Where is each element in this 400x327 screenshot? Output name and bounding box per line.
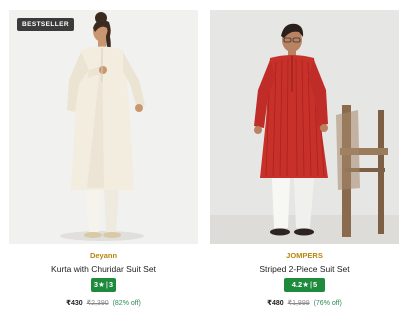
rating-separator: |	[309, 280, 313, 289]
product-grid: BESTSELLER Deyann Kurta with Churidar Su…	[0, 0, 400, 327]
rating-count: 5	[313, 280, 318, 289]
product-title[interactable]: Kurta with Churidar Suit Set	[9, 264, 198, 274]
star-icon: ★	[98, 280, 105, 289]
product-title[interactable]: Striped 2-Piece Suit Set	[210, 264, 399, 274]
product-card[interactable]: JOMPERS Striped 2-Piece Suit Set 4.2★|5 …	[210, 0, 399, 327]
bestseller-badge: BESTSELLER	[17, 18, 74, 31]
original-price: ₹1,999	[287, 300, 310, 307]
selling-price: ₹430	[66, 300, 83, 307]
rating-value: 4.2	[291, 280, 303, 289]
selling-price: ₹480	[267, 300, 284, 307]
star-icon: ★	[302, 280, 309, 289]
product-brand: JOMPERS	[286, 251, 323, 260]
rating-badge: 4.2★|5	[284, 278, 325, 292]
rating-badge: 3★|3	[91, 278, 116, 292]
product-card[interactable]: BESTSELLER Deyann Kurta with Churidar Su…	[9, 0, 198, 327]
discount-label: (82% off)	[112, 300, 141, 307]
rating-count: 3	[108, 280, 114, 289]
price-line: ₹430 ₹2,390 (82% off)	[9, 299, 198, 308]
price-line: ₹480 ₹1,999 (76% off)	[210, 299, 399, 308]
product-image[interactable]	[210, 10, 399, 244]
product-brand: Deyann	[89, 251, 118, 260]
product-image[interactable]: BESTSELLER	[9, 10, 198, 244]
rating-separator: |	[105, 280, 108, 289]
discount-label: (76% off)	[313, 300, 342, 307]
original-price: ₹2,390	[86, 300, 109, 307]
model-red-kurta-illustration	[210, 10, 399, 244]
model-cream-kurta-illustration	[60, 12, 145, 241]
